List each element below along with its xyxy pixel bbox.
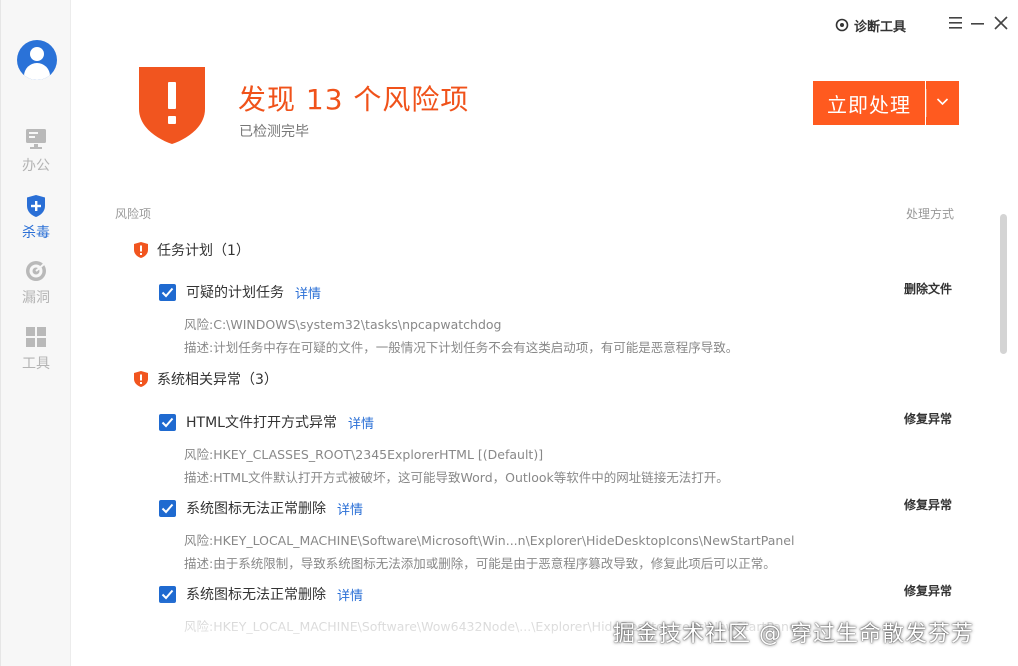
check-icon xyxy=(161,287,174,297)
grid-icon xyxy=(26,327,46,347)
column-header-risk: 风险项 xyxy=(115,207,152,221)
scan-status: 已检测完毕 xyxy=(239,124,309,140)
sidebar-item-label: 工具 xyxy=(22,356,50,372)
app-window: 办公 杀毒 漏洞 工具 诊断工具 发现 13 个风险项 已检测完毕 立即处理 风… xyxy=(0,0,1018,666)
risk-shield-icon xyxy=(139,67,205,144)
list-item: 系统图标无法正常删除 详情 xyxy=(159,498,363,518)
item-checkbox[interactable] xyxy=(159,283,176,301)
group-label: 系统相关异常（3） xyxy=(157,372,278,388)
shield-plus-icon xyxy=(27,195,45,217)
group-system-anomaly: 系统相关异常（3） xyxy=(133,368,278,390)
list-item: 系统图标无法正常删除 详情 xyxy=(159,584,363,604)
radar-icon xyxy=(26,261,46,281)
avatar-head xyxy=(30,47,44,61)
item-title: HTML文件打开方式异常 xyxy=(186,415,337,431)
list-item: 可疑的计划任务 详情 xyxy=(159,282,321,302)
list-item: HTML文件打开方式异常 详情 xyxy=(159,412,374,432)
item-description: 描述:计划任务中存在可疑的文件，一般情况下计划任务不会有这类启动项，有可能是恶意… xyxy=(184,340,739,355)
delete-file-action[interactable]: 删除文件 xyxy=(904,280,952,297)
watermark: 掘金技术社区 @ 穿过生命散发芬芳 xyxy=(613,622,974,647)
column-header-handling: 处理方式 xyxy=(906,207,955,221)
monitor-icon xyxy=(26,129,46,149)
sidebar-item-vulnerability[interactable]: 漏洞 xyxy=(1,258,71,314)
item-title: 系统图标无法正常删除 xyxy=(186,587,326,603)
menu-icon[interactable] xyxy=(947,13,965,33)
item-title: 系统图标无法正常删除 xyxy=(186,501,326,517)
repair-action[interactable]: 修复异常 xyxy=(904,582,952,599)
list-scrollbar[interactable] xyxy=(1000,214,1007,354)
diagnostic-tool-button[interactable]: 诊断工具 xyxy=(835,15,906,35)
sidebar: 办公 杀毒 漏洞 工具 xyxy=(1,0,71,666)
check-icon xyxy=(161,417,174,427)
avatar[interactable] xyxy=(17,40,57,80)
details-link[interactable]: 详情 xyxy=(337,499,363,518)
item-description: 描述:由于系统限制，导致系统图标无法添加或删除，可能是由于恶意程序篡改导致，修复… xyxy=(184,556,776,571)
warning-shield-icon xyxy=(134,371,148,387)
item-title: 可疑的计划任务 xyxy=(186,285,284,301)
sidebar-item-label: 杀毒 xyxy=(22,225,50,241)
handle-options-dropdown[interactable] xyxy=(926,81,959,125)
sidebar-item-label: 办公 xyxy=(22,158,50,174)
check-icon xyxy=(161,589,174,599)
diagnostic-icon xyxy=(835,18,849,32)
page-title: 发现 13 个风险项 xyxy=(238,83,470,116)
chevron-down-icon xyxy=(936,98,949,106)
sidebar-item-tools[interactable]: 工具 xyxy=(1,324,71,380)
item-description: 描述:HTML文件默认打开方式被破坏，这可能导致Word，Outlook等软件中… xyxy=(184,470,729,485)
minimize-icon[interactable] xyxy=(969,13,987,33)
item-risk-path: 风险:C:\WINDOWS\system32\tasks\npcapwatchd… xyxy=(184,317,502,332)
diagnostic-tool-label: 诊断工具 xyxy=(854,19,907,35)
handle-now-button[interactable]: 立即处理 xyxy=(813,81,925,125)
risk-list: 任务计划（1） 可疑的计划任务 详情 删除文件 风险:C:\WINDOWS\sy… xyxy=(71,228,1011,666)
details-link[interactable]: 详情 xyxy=(348,413,374,432)
repair-action[interactable]: 修复异常 xyxy=(904,410,952,427)
item-risk-path: 风险:HKEY_LOCAL_MACHINE\Software\Microsoft… xyxy=(184,533,795,548)
details-link[interactable]: 详情 xyxy=(295,283,321,302)
sidebar-item-office[interactable]: 办公 xyxy=(1,126,71,182)
sidebar-item-antivirus[interactable]: 杀毒 xyxy=(1,193,71,249)
close-icon[interactable] xyxy=(992,13,1010,33)
sidebar-item-label: 漏洞 xyxy=(22,290,50,306)
avatar-body xyxy=(24,63,50,80)
item-checkbox[interactable] xyxy=(159,413,176,431)
repair-action[interactable]: 修复异常 xyxy=(904,496,952,513)
group-label: 任务计划（1） xyxy=(157,243,250,259)
item-risk-path: 风险:HKEY_CLASSES_ROOT\2345ExplorerHTML [(… xyxy=(184,447,544,462)
warning-shield-icon xyxy=(134,242,148,258)
details-link[interactable]: 详情 xyxy=(337,585,363,604)
check-icon xyxy=(161,503,174,513)
item-checkbox[interactable] xyxy=(159,499,176,517)
item-checkbox[interactable] xyxy=(159,585,176,603)
group-task-schedule: 任务计划（1） xyxy=(133,239,250,261)
